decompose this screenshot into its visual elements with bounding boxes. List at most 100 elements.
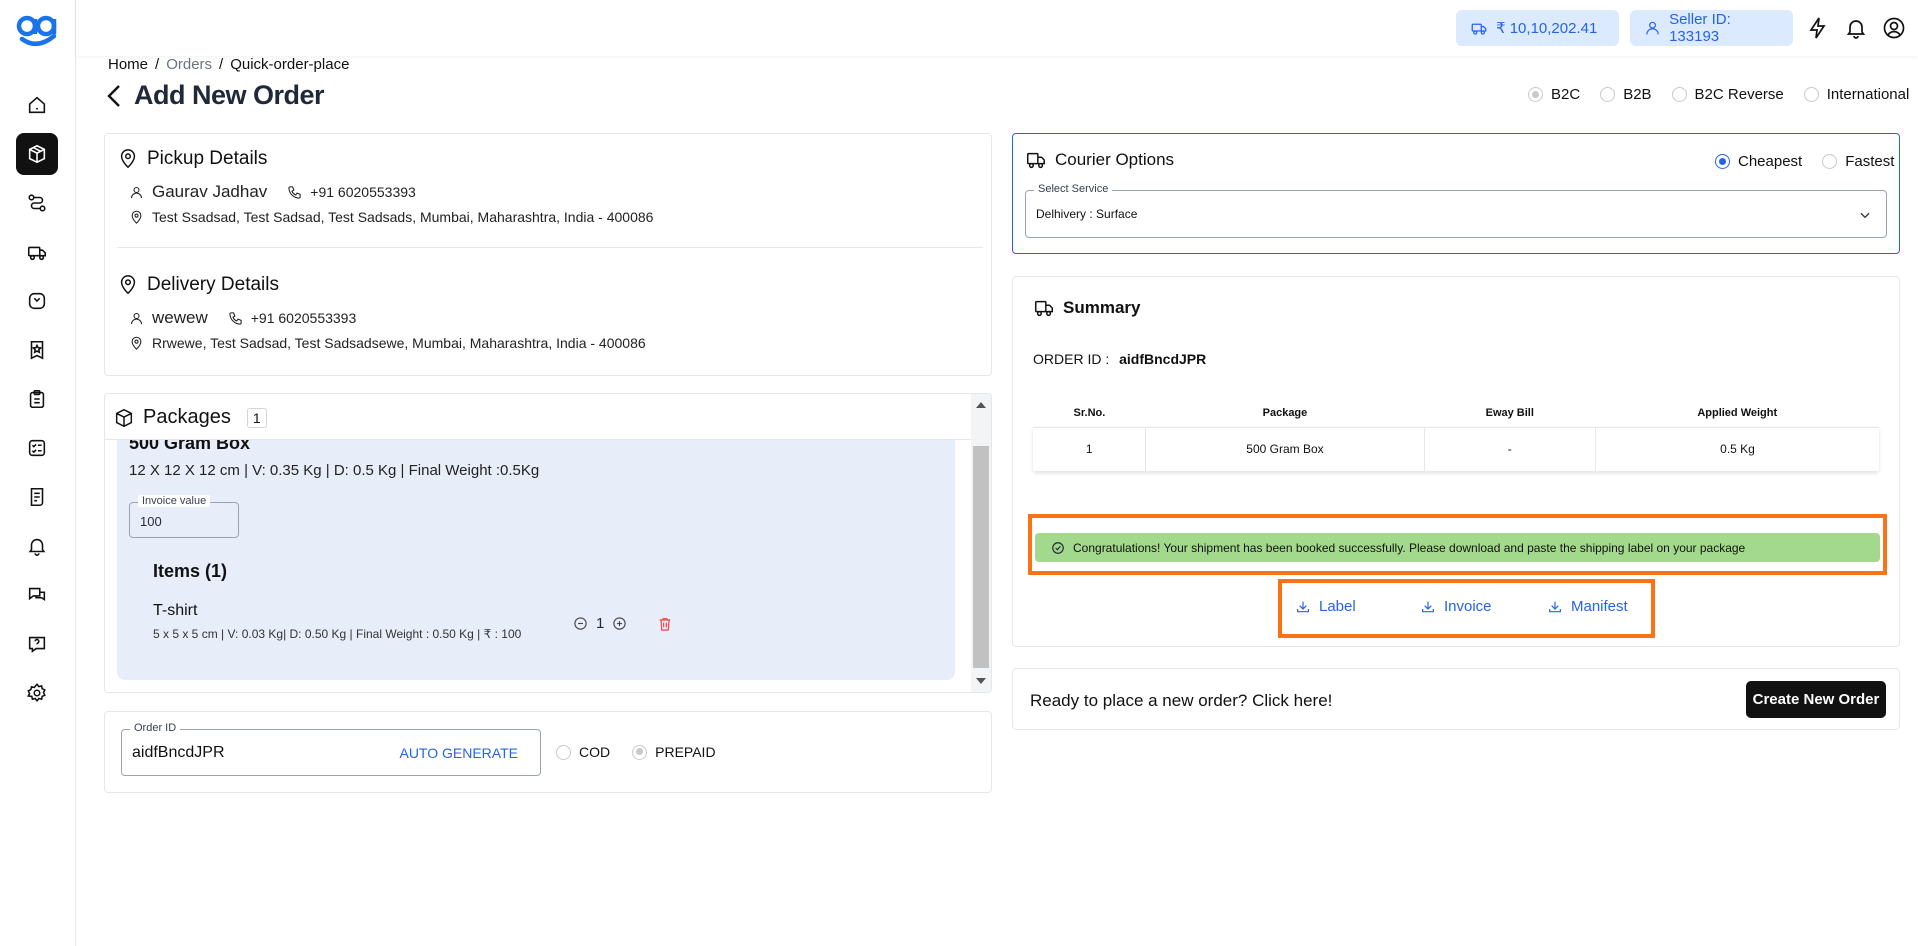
nav-routes[interactable] [16,182,58,224]
col-applied-weight: Applied Weight [1595,399,1879,428]
page-title: Add New Order [134,80,325,110]
item-quantity-stepper: 1 [573,615,673,632]
nav-home[interactable] [16,84,58,126]
user-icon [1646,21,1659,35]
item-name: T-shirt [153,602,198,619]
pickup-phone: +91 6020553393 [310,184,416,200]
scrollbar[interactable] [971,394,991,692]
nav-clipboard[interactable] [16,378,58,420]
scroll-down-arrow[interactable] [976,678,986,684]
wallet-truck-icon [1471,23,1487,35]
nav-weight[interactable] [16,280,58,322]
person-icon [130,186,143,198]
trash-icon[interactable] [657,616,673,632]
chevron-down-icon[interactable] [1858,208,1872,222]
scale-icon [28,292,46,310]
delivery-name: wewew [152,308,208,327]
route-icon [28,194,46,212]
order-type-international[interactable]: International [1803,86,1909,103]
col-eway-bill: Eway Bill [1424,399,1596,428]
delivery-address-row: Rrwewe, Test Sadsad, Test Sadsadsewe, Mu… [129,335,646,351]
scroll-thumb[interactable] [973,446,989,668]
seller-id-text: Seller ID: 133193 [1669,11,1731,45]
order-id-label: Order ID [130,722,181,734]
nav-settings[interactable] [16,672,58,714]
nav-checklist[interactable] [16,427,58,469]
package-box: 500 Gram Box 12 X 12 X 12 cm | V: 0.35 K… [117,440,955,680]
invoice-value-field[interactable]: Invoice value 100 [129,495,239,538]
pickup-name: Gaurav Jadhav [152,182,268,201]
breadcrumb-home[interactable]: Home [108,56,148,73]
download-icon [1549,601,1561,612]
select-service-dropdown[interactable]: Select Service Delhivery : Surface [1025,183,1887,238]
breadcrumb-orders[interactable]: Orders [166,56,212,73]
pickup-heading: Pickup Details [117,148,267,170]
invoice-value-input[interactable]: 100 [140,514,162,529]
download-icon [1422,601,1434,612]
gear-icon [27,683,46,703]
create-new-order-button[interactable]: Create New Order [1746,681,1886,718]
packages-heading: Packages 1 [113,406,267,429]
plus-circle-icon[interactable] [612,616,627,631]
top-bar: ₹ 10,10,202.41 Seller ID: 133193 [76,0,1918,56]
seller-id-badge[interactable]: Seller ID: 133193 [1630,10,1793,46]
back-arrow-icon[interactable] [104,83,124,109]
nav-ratings[interactable] [16,329,58,371]
nav-courier[interactable] [16,231,58,273]
item-details: 5 x 5 x 5 cm | V: 0.03 Kg| D: 0.50 Kg | … [153,627,522,641]
summary-truck-icon [1035,300,1053,317]
new-order-prompt: Ready to place a new order? Click here! [1030,691,1333,710]
minus-circle-icon[interactable] [573,616,588,631]
download-manifest-button[interactable]: Manifest [1547,598,1628,615]
sort-fastest[interactable]: Fastest [1822,153,1894,170]
brand-logo[interactable] [16,14,58,48]
chat-icon [28,587,46,602]
nav-notifications[interactable] [16,525,58,567]
summary-table: Sr.No. Package Eway Bill Applied Weight … [1033,399,1879,471]
person-icon [130,312,143,324]
auto-generate-button[interactable]: AUTO GENERATE [399,745,518,761]
nav-chat[interactable] [16,574,58,616]
divider [117,247,983,248]
scroll-up-arrow[interactable] [976,402,986,408]
nav-help[interactable] [16,623,58,665]
location-pin-icon [131,336,142,350]
sort-cheapest[interactable]: Cheapest [1715,153,1802,170]
download-icon [1297,601,1309,612]
order-type-b2c-reverse[interactable]: B2C Reverse [1671,86,1784,103]
summary-order-id-label: ORDER ID : [1033,351,1110,367]
wallet-balance[interactable]: ₹ 10,10,202.41 [1456,10,1619,46]
receipt-icon [30,487,44,507]
quick-actions-icon[interactable] [1806,16,1830,40]
cell-package: 500 Gram Box [1145,427,1425,471]
delivery-address: Rrwewe, Test Sadsad, Test Sadsadsewe, Mu… [152,335,646,351]
nav-reports[interactable] [16,476,58,518]
invoice-value-label: Invoice value [138,495,211,507]
delivery-phone: +91 6020553393 [250,310,357,326]
wallet-amount: ₹ 10,10,202.41 [1496,20,1598,37]
order-type-b2c[interactable]: B2C [1528,86,1580,103]
sidebar [0,0,76,946]
table-row: 1 500 Gram Box - 0.5 Kg [1033,427,1879,471]
bell-icon[interactable] [1844,16,1868,40]
nav-orders[interactable] [16,133,58,175]
order-id-field[interactable]: Order ID aidfBncdJPR AUTO GENERATE [121,722,541,776]
breadcrumb: Home / Orders / Quick-order-place [108,56,350,73]
account-icon[interactable] [1882,16,1906,40]
delivery-contact: wewew +91 6020553393 [129,308,356,328]
download-label-button[interactable]: Label [1295,598,1356,615]
payment-prepaid[interactable]: PREPAID [632,744,716,760]
pickup-address: Test Ssadsad, Test Sadsad, Test Sadsads,… [152,209,654,225]
summary-order-id: ORDER ID : aidfBncdJPR [1033,351,1206,367]
download-invoice-button[interactable]: Invoice [1420,598,1492,615]
success-message: Congratulations! Your shipment has been … [1073,540,1746,555]
location-pin-icon [131,210,142,224]
order-type-b2b[interactable]: B2B [1600,86,1652,103]
cell-applied-weight: 0.5 Kg [1720,442,1755,457]
summary-heading: Summary [1033,297,1140,319]
order-id-input[interactable]: aidfBncdJPR [132,744,225,762]
courier-options-card: Courier Options Cheapest Fastest Select … [1012,133,1900,254]
payment-cod[interactable]: COD [556,744,610,760]
courier-heading: Courier Options [1025,149,1174,171]
packages-count: 1 [246,407,267,428]
